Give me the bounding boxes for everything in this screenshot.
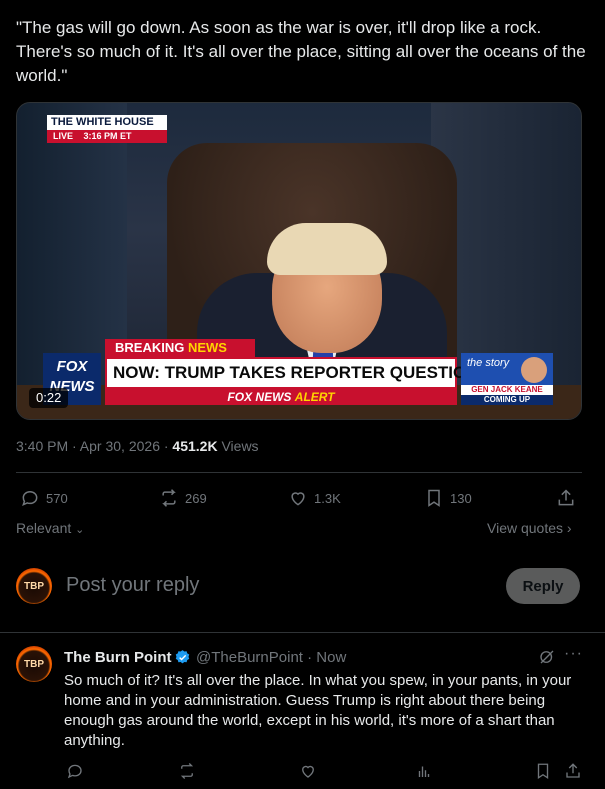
share-icon — [566, 763, 580, 778]
reply-share-action[interactable] — [564, 762, 582, 780]
reply-views-action[interactable] — [415, 762, 433, 780]
sort-label: Relevant — [16, 520, 72, 536]
reply-avatar-text: TBP — [24, 658, 44, 670]
tweet-time[interactable]: 3:40 PM · Apr 30, 2026 · — [16, 438, 172, 454]
repost-icon — [162, 489, 176, 507]
headline-chyron: NOW: TRUMP TAKES REPORTER QUESTIONS — [105, 357, 490, 389]
badge-time: 3:16 PM ET — [83, 131, 132, 141]
breaking-news-label: NEWS — [187, 340, 227, 355]
chevron-right-icon: › — [566, 520, 572, 536]
views-label: Views — [217, 438, 259, 454]
heart-icon — [291, 492, 305, 506]
reply-action[interactable]: 570 — [20, 484, 68, 512]
reply-button[interactable]: Reply — [506, 568, 580, 604]
tweet-meta: 3:40 PM · Apr 30, 2026 · 451.2K Views — [16, 438, 259, 454]
badge-live: LIVE 3:16 PM ET — [47, 130, 167, 143]
like-count: 1.3K — [314, 490, 341, 506]
views-count: 451.2K — [172, 438, 218, 454]
reply-author-handle[interactable]: @TheBurnPoint · Now — [196, 649, 346, 666]
speaker-hair — [267, 223, 387, 275]
divider — [16, 472, 582, 473]
guest-photo — [521, 357, 547, 383]
share-icon — [558, 489, 574, 506]
bookmark-icon — [428, 489, 440, 507]
tweet-actions: 570 269 1.3K 130 — [16, 484, 582, 512]
guest-name: GEN JACK KEANE — [461, 385, 553, 395]
logo-line-1: FOX — [56, 358, 88, 375]
reply-reply-action[interactable] — [66, 762, 84, 780]
view-quotes-label: View quotes — [487, 520, 564, 536]
breaking-label: BREAKING — [115, 340, 185, 355]
reply-icon — [67, 764, 82, 779]
bookmark-action[interactable]: 130 — [424, 484, 472, 512]
badge-live-label: LIVE — [53, 131, 74, 141]
composer-avatar[interactable]: TBP — [16, 568, 52, 604]
reply-count: 570 — [46, 490, 68, 506]
sort-dropdown[interactable]: Relevant ⌄ — [16, 520, 84, 536]
reply-input[interactable]: Post your reply — [66, 574, 199, 597]
share-action[interactable] — [556, 484, 576, 512]
coming-up-box: the story GEN JACK KEANE COMING UP — [461, 353, 553, 405]
reply-text: So much of it? It's all over the place. … — [64, 672, 572, 749]
composer-avatar-text: TBP — [24, 580, 44, 592]
chevron-down-icon: ⌄ — [75, 524, 85, 536]
video-player[interactable]: THE WHITE HOUSE LIVE 3:16 PM ET BREAKING… — [16, 102, 582, 420]
analytics-icon — [418, 766, 430, 777]
story-label: the story — [467, 357, 510, 369]
tweet-text: "The gas will go down. As soon as the wa… — [16, 18, 586, 85]
repost-icon — [180, 763, 194, 779]
reply-author-name[interactable]: The Burn Point — [64, 649, 172, 666]
bookmark-count: 130 — [450, 490, 472, 506]
verified-badge-icon — [175, 650, 190, 664]
repost-action[interactable]: 269 — [159, 484, 207, 512]
alert-prefix: FOX NEWS — [227, 390, 292, 404]
reply-repost-action[interactable] — [178, 762, 196, 780]
reply-actions — [64, 762, 584, 782]
like-action[interactable]: 1.3K — [288, 484, 341, 512]
grok-icon[interactable] — [538, 648, 556, 666]
divider — [0, 632, 605, 633]
reply-bookmark-action[interactable] — [534, 762, 552, 780]
more-options-icon[interactable]: ··· — [564, 645, 583, 663]
bookmark-icon — [537, 763, 549, 780]
coming-up-label: COMING UP — [461, 395, 553, 405]
view-quotes-link[interactable]: View quotes › — [487, 520, 572, 536]
heart-icon — [302, 765, 314, 778]
alert-word: ALERT — [294, 390, 335, 404]
reply-avatar[interactable]: TBP — [16, 646, 52, 682]
reply-icon — [22, 490, 38, 507]
alert-bar: FOX NEWS ALERT — [105, 389, 457, 405]
breaking-news-bar: BREAKING NEWS — [105, 339, 255, 357]
repost-count: 269 — [185, 490, 207, 506]
video-duration: 0:22 — [29, 388, 69, 408]
badge-title: THE WHITE HOUSE — [51, 116, 154, 128]
white-house-badge: THE WHITE HOUSE LIVE 3:16 PM ET — [47, 115, 167, 143]
reply-like-action[interactable] — [299, 762, 317, 780]
